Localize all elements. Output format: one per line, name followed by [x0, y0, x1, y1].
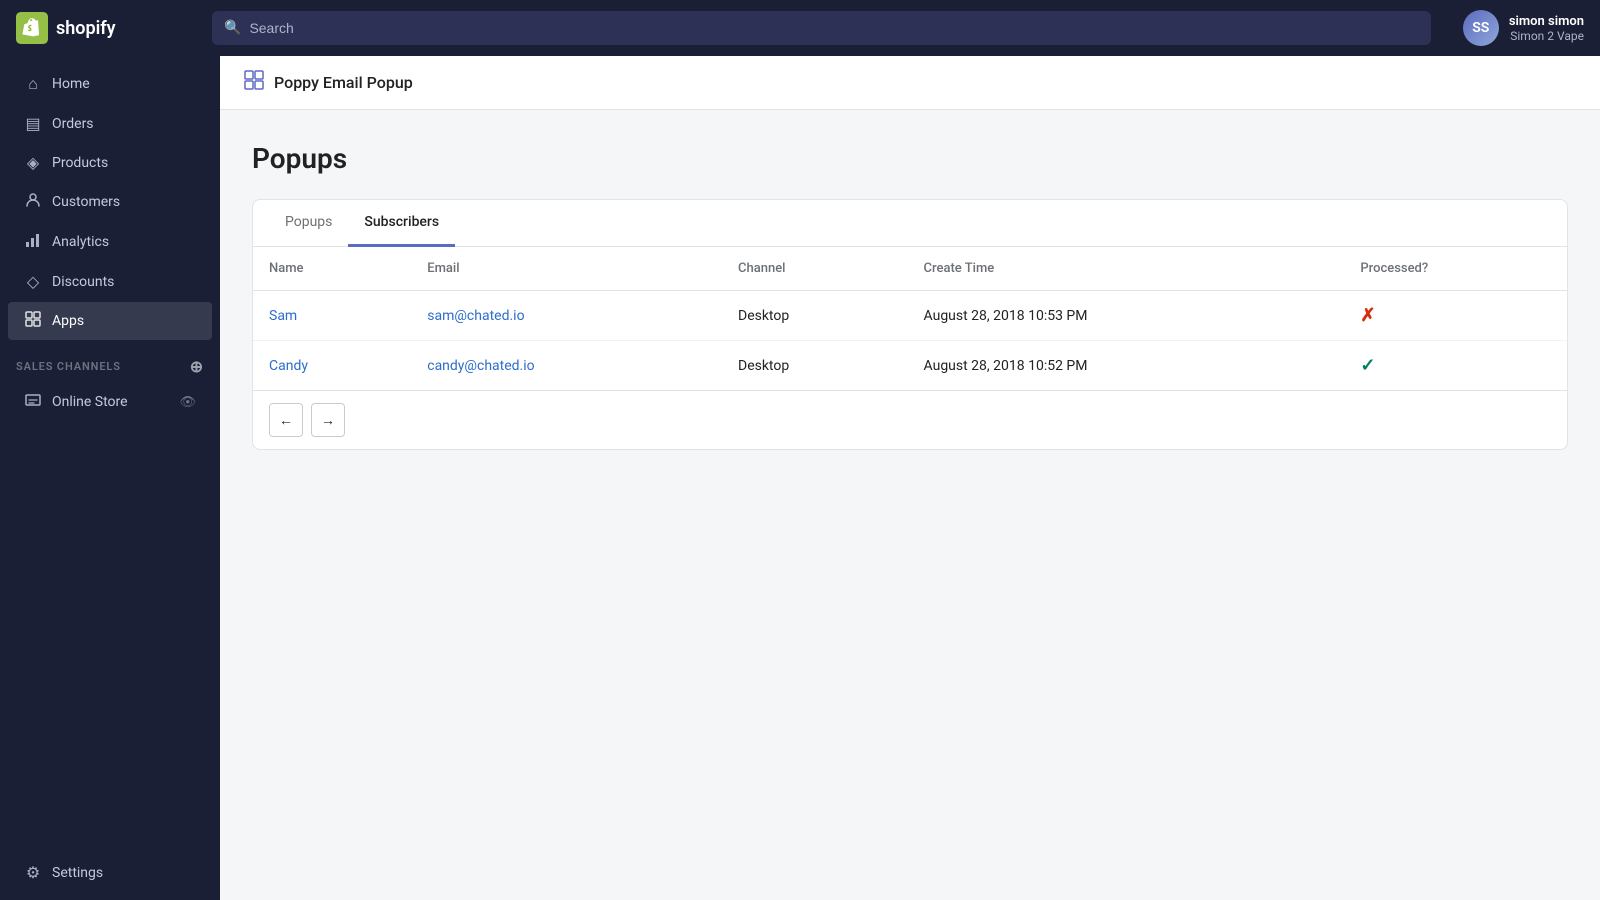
next-page-button[interactable]: → [311, 403, 345, 437]
top-nav: shopify 🔍 SS simon simon Simon 2 Vape [0, 0, 1600, 56]
row-email-0[interactable]: sam@chated.io [411, 291, 722, 341]
sidebar-item-customers-label: Customers [52, 194, 120, 210]
sidebar-item-home-label: Home [52, 76, 90, 92]
orders-icon: ▤ [24, 114, 42, 133]
tab-popups[interactable]: Popups [269, 200, 348, 247]
online-store-icon [24, 392, 42, 412]
avatar: SS [1463, 10, 1499, 46]
home-icon: ⌂ [24, 74, 42, 94]
row-name-1[interactable]: Candy [253, 341, 411, 391]
col-channel: Channel [722, 247, 908, 291]
sidebar-item-products[interactable]: ◈ Products [8, 144, 212, 181]
search-bar[interactable]: 🔍 [212, 11, 1431, 45]
col-create-time: Create Time [908, 247, 1345, 291]
row-name-0[interactable]: Sam [253, 291, 411, 341]
user-store: Simon 2 Vape [1509, 29, 1584, 43]
user-area: SS simon simon Simon 2 Vape [1463, 10, 1584, 46]
col-name: Name [253, 247, 411, 291]
sidebar-item-settings[interactable]: ⚙ Settings [8, 854, 212, 891]
logo-area: shopify [16, 12, 196, 44]
sidebar-item-home[interactable]: ⌂ Home [8, 65, 212, 103]
sidebar-item-online-store[interactable]: Online Store 👁 [8, 383, 212, 421]
tabs-bar: Popups Subscribers [253, 200, 1567, 247]
sidebar-item-analytics[interactable]: Analytics [8, 223, 212, 261]
user-name: simon simon [1509, 14, 1584, 29]
main-content: Poppy Email Popup Popups Popups Subscrib… [220, 56, 1600, 900]
sidebar: ⌂ Home ▤ Orders ◈ Products Customers Ana… [0, 56, 220, 900]
online-store-eye-icon: 👁 [179, 395, 196, 410]
shopify-logo-icon [16, 12, 48, 44]
row-email-1[interactable]: candy@chated.io [411, 341, 722, 391]
popups-card: Popups Subscribers Name Email Channel Cr… [252, 199, 1568, 450]
col-email: Email [411, 247, 722, 291]
discounts-icon: ◇ [24, 272, 42, 291]
sales-channels-label: SALES CHANNELS ⊕ [0, 341, 220, 382]
sidebar-item-analytics-label: Analytics [52, 234, 109, 250]
sidebar-item-orders-label: Orders [52, 116, 94, 132]
breadcrumb-title: Poppy Email Popup [274, 73, 413, 92]
search-input[interactable] [249, 20, 1418, 36]
settings-icon: ⚙ [24, 863, 42, 882]
layout: ⌂ Home ▤ Orders ◈ Products Customers Ana… [0, 56, 1600, 900]
sidebar-spacer [0, 422, 220, 846]
row-processed-0: ✗ [1344, 291, 1567, 341]
sidebar-item-discounts[interactable]: ◇ Discounts [8, 263, 212, 300]
sidebar-item-settings-label: Settings [52, 865, 103, 881]
table-row: Candy candy@chated.io Desktop August 28,… [253, 341, 1567, 391]
sidebar-item-customers[interactable]: Customers [8, 183, 212, 221]
sidebar-item-apps-label: Apps [52, 313, 84, 329]
page-title: Popups [252, 142, 1568, 175]
add-sales-channel-button[interactable]: ⊕ [190, 357, 204, 376]
sidebar-item-orders[interactable]: ▤ Orders [8, 105, 212, 142]
logo-text: shopify [56, 18, 116, 39]
row-processed-1: ✓ [1344, 341, 1567, 391]
sidebar-item-apps[interactable]: Apps [8, 302, 212, 340]
content-area: Popups Popups Subscribers Name Email Cha… [220, 110, 1600, 482]
table-row: Sam sam@chated.io Desktop August 28, 201… [253, 291, 1567, 341]
prev-page-button[interactable]: ← [269, 403, 303, 437]
sidebar-item-products-label: Products [52, 155, 108, 171]
search-icon: 🔍 [224, 20, 241, 36]
customers-icon [24, 192, 42, 212]
subscribers-table: Name Email Channel Create Time Processed… [253, 247, 1567, 390]
user-info: simon simon Simon 2 Vape [1509, 14, 1584, 43]
apps-icon [24, 311, 42, 331]
products-icon: ◈ [24, 153, 42, 172]
row-create-time-1: August 28, 2018 10:52 PM [908, 341, 1345, 391]
tab-subscribers[interactable]: Subscribers [348, 200, 455, 247]
breadcrumb-icon [244, 70, 264, 95]
row-create-time-0: August 28, 2018 10:53 PM [908, 291, 1345, 341]
sidebar-item-online-store-label: Online Store [52, 394, 128, 410]
analytics-icon [24, 232, 42, 252]
row-channel-0: Desktop [722, 291, 908, 341]
page-header: Poppy Email Popup [220, 56, 1600, 110]
col-processed: Processed? [1344, 247, 1567, 291]
pagination: ← → [253, 390, 1567, 449]
sidebar-item-discounts-label: Discounts [52, 274, 114, 290]
row-channel-1: Desktop [722, 341, 908, 391]
